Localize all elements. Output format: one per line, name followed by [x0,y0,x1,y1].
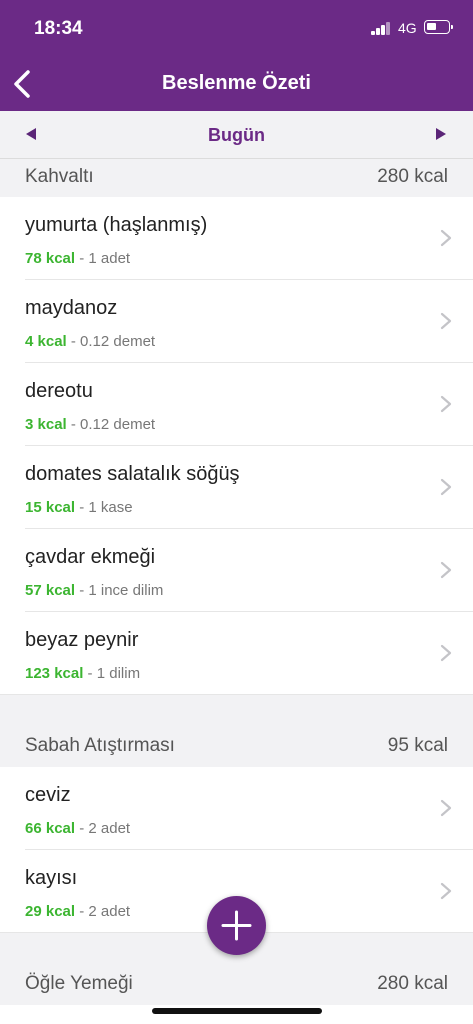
food-detail: 57 kcal - 1 ince dilim [25,582,163,599]
battery-icon [424,20,453,34]
food-detail: 66 kcal - 2 adet [25,820,130,837]
food-amount: - 2 adet [75,903,131,920]
status-bar: 18:34 4G [0,0,473,56]
page-title: Beslenme Özeti [162,72,311,94]
section-name: Kahvaltı [25,166,94,187]
section-name: Öğle Yemeği [25,973,133,994]
food-amount: - 0.12 demet [66,416,156,433]
food-kcal: 4 kcal [25,333,67,350]
food-name: beyaz peynir [25,629,139,651]
network-type: 4G [398,20,417,36]
food-amount: - 0.12 demet [66,333,156,350]
add-food-button[interactable] [207,896,266,955]
food-name: çavdar ekmeği [25,546,156,568]
chevron-right-icon [440,644,452,662]
food-detail: 15 kcal - 1 kase [25,499,133,516]
food-name: kayısı [25,867,78,889]
food-kcal: 66 kcal [25,820,76,837]
food-detail: 123 kcal - 1 dilim [25,665,140,682]
plus-icon [221,910,252,941]
section-kcal: 95 kcal [387,735,448,756]
section-header-kahvalti: Kahvaltı 280 kcal [0,160,473,197]
section-kcal: 280 kcal [377,166,448,187]
chevron-right-icon [440,478,452,496]
food-kcal: 3 kcal [25,416,67,433]
food-name: domates salatalık söğüş [25,463,240,485]
food-kcal: 15 kcal [25,499,76,516]
food-detail: 3 kcal - 0.12 demet [25,416,155,433]
food-detail: 4 kcal - 0.12 demet [25,333,155,350]
status-time: 18:34 [34,18,83,39]
food-name: ceviz [25,784,71,806]
food-item[interactable]: yumurta (haşlanmış) 78 kcal - 1 adet [0,197,473,280]
signal-icon [371,22,391,35]
next-day-icon[interactable] [436,128,446,140]
chevron-right-icon [440,312,452,330]
chevron-right-icon [440,395,452,413]
home-indicator [152,1008,322,1014]
app-header: 18:34 4G Beslenme Özeti [0,0,473,111]
chevron-right-icon [440,561,452,579]
food-name: dereotu [25,380,93,402]
food-amount: - 2 adet [75,820,131,837]
food-kcal: 123 kcal [25,665,84,682]
food-amount: - 1 dilim [83,665,141,682]
food-detail: 78 kcal - 1 adet [25,250,130,267]
chevron-right-icon [440,799,452,817]
section-kcal: 280 kcal [377,973,448,994]
food-kcal: 78 kcal [25,250,76,267]
chevron-right-icon [440,229,452,247]
food-item[interactable]: beyaz peynir 123 kcal - 1 dilim [0,612,473,695]
food-item[interactable]: maydanoz 4 kcal - 0.12 demet [0,280,473,363]
nav-bar: Beslenme Özeti [0,56,473,111]
food-amount: - 1 adet [75,250,131,267]
day-label[interactable]: Bugün [0,125,473,146]
section-name: Sabah Atıştırması [25,735,175,756]
food-item[interactable]: dereotu 3 kcal - 0.12 demet [0,363,473,446]
food-detail: 29 kcal - 2 adet [25,903,130,920]
food-name: yumurta (haşlanmış) [25,214,208,236]
day-selector: Bugün [0,111,473,159]
food-name: maydanoz [25,297,118,319]
food-amount: - 1 kase [75,499,133,516]
food-item[interactable]: çavdar ekmeği 57 kcal - 1 ince dilim [0,529,473,612]
food-item[interactable]: ceviz 66 kcal - 2 adet [0,767,473,850]
section-header-sabah-atistirmasi: Sabah Atıştırması 95 kcal [0,695,473,767]
chevron-right-icon [440,882,452,900]
food-item[interactable]: domates salatalık söğüş 15 kcal - 1 kase [0,446,473,529]
food-kcal: 29 kcal [25,903,76,920]
food-amount: - 1 ince dilim [75,582,164,599]
food-kcal: 57 kcal [25,582,76,599]
